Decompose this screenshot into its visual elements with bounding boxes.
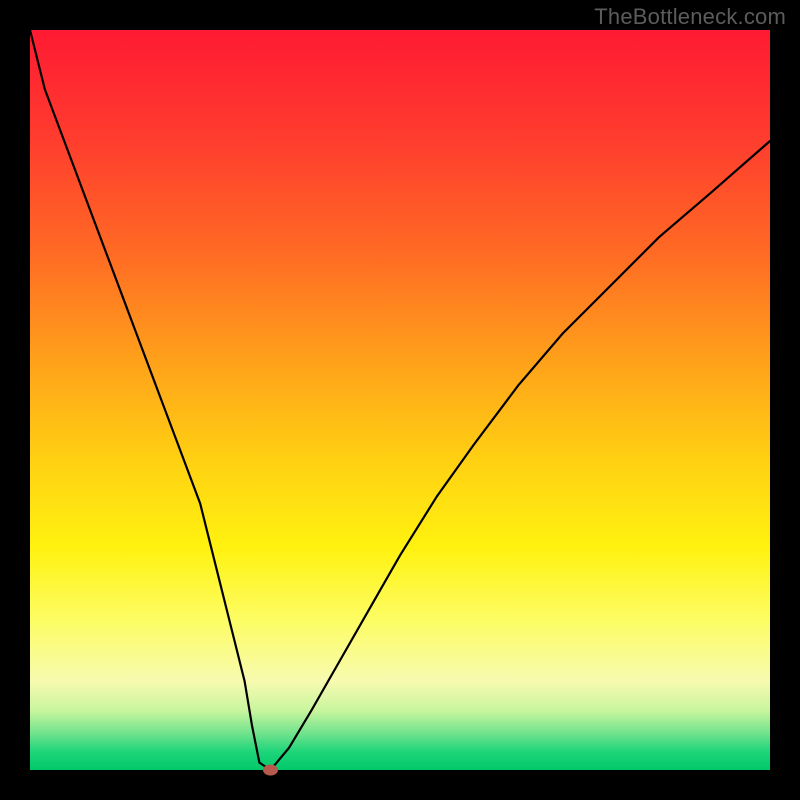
optimal-marker bbox=[264, 765, 278, 775]
chart-container: TheBottleneck.com bbox=[0, 0, 800, 800]
bottleneck-curve bbox=[30, 30, 770, 770]
attribution-label: TheBottleneck.com bbox=[594, 4, 786, 30]
plot-area bbox=[30, 30, 770, 770]
curve-layer bbox=[30, 30, 770, 770]
